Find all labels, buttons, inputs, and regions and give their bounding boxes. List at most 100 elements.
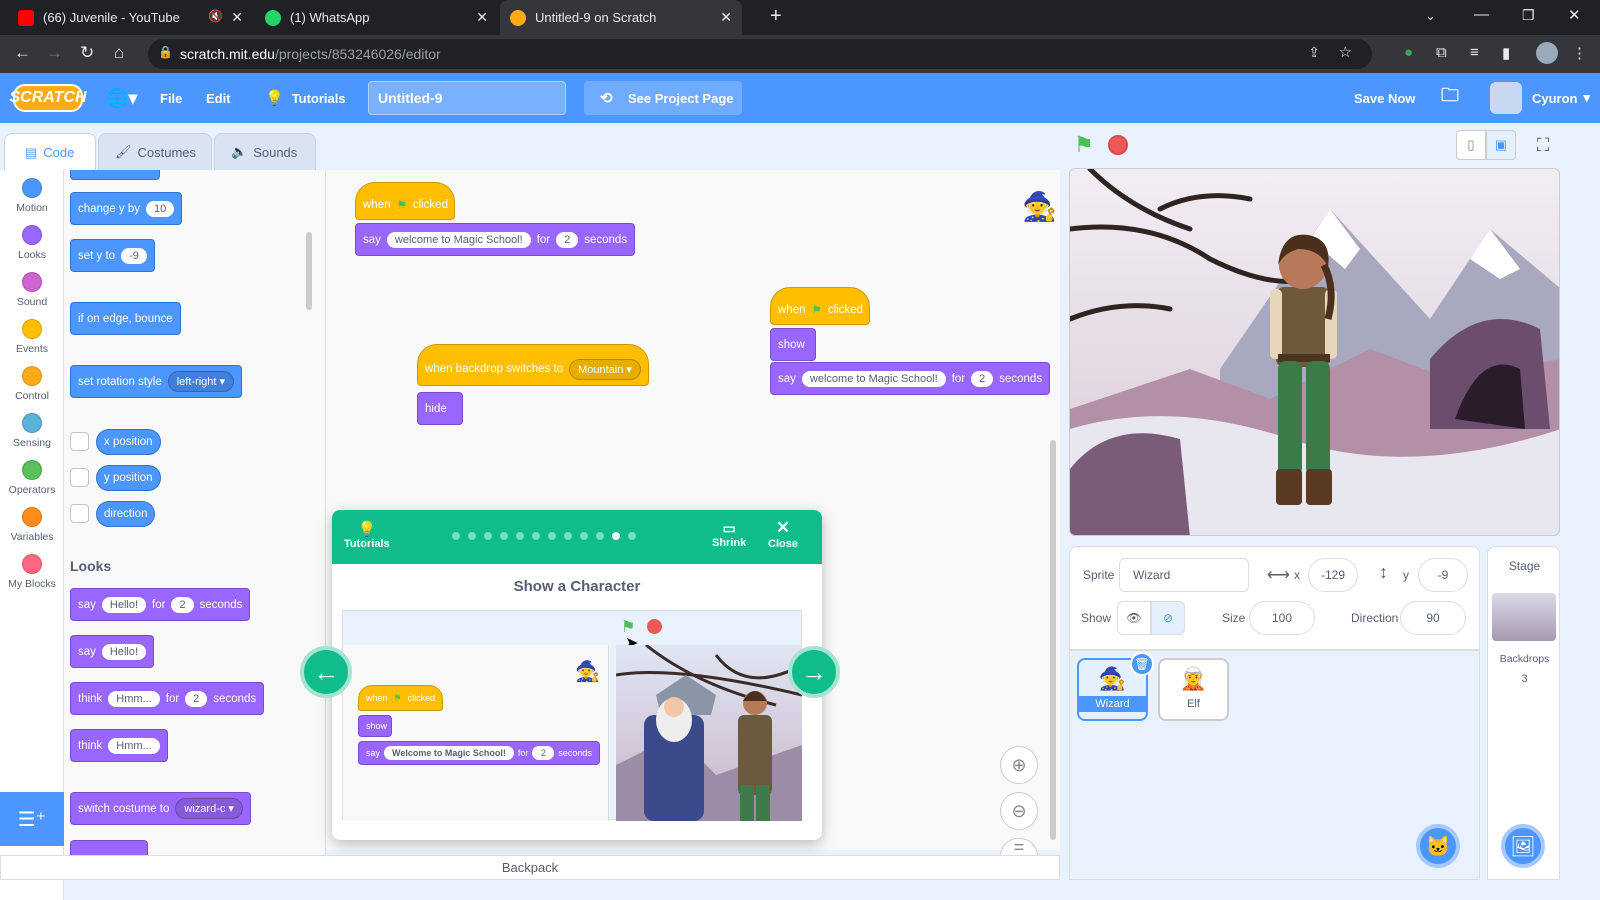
x-input[interactable]: -129 [1308,558,1358,592]
scratch-logo[interactable]: SCRATCH [9,84,87,112]
project-title-input[interactable]: Untitled-9 [368,81,566,115]
number-slot[interactable]: 2 [185,690,208,707]
stage-canvas[interactable] [1069,168,1560,536]
checkbox-y-position[interactable] [70,468,89,487]
palette-block-partial[interactable] [70,170,160,180]
close-icon[interactable]: ✕ [720,9,732,26]
y-input[interactable]: -9 [1418,558,1468,592]
category-motion[interactable]: Motion [0,178,64,214]
mute-icon[interactable]: 🔇 [208,9,223,23]
tutorial-video[interactable]: ⚑ ➤ when ⚑ clicked show say Welcome to Mag… [342,610,802,821]
small-stage-button[interactable]: ▯ [1456,130,1486,160]
number-slot[interactable]: 2 [971,370,994,387]
step-dot[interactable] [452,532,460,540]
language-globe-icon[interactable]: 🌐▾ [106,73,137,123]
tab-whatsapp[interactable]: (1) WhatsApp ✕ [255,0,498,35]
reporter-direction[interactable]: direction [96,501,156,527]
block-say-for-secs[interactable]: say Hello! for 2 seconds [70,588,251,621]
zoom-in-button[interactable]: ⊕ [1000,746,1038,784]
step-dot[interactable] [580,532,588,540]
tab-sounds[interactable]: 🔈 Sounds [214,133,316,171]
zoom-out-button[interactable]: ⊖ [1000,792,1038,830]
url-bar[interactable]: 🔒 scratch.mit.edu/projects/853246026/edi… [148,39,1372,69]
text-slot[interactable]: Hello! [101,643,147,660]
show-visible-button[interactable]: 👁 [1117,601,1151,635]
green-flag-button[interactable]: ⚑ [1074,132,1094,158]
block-say[interactable]: say Hello! [70,635,155,668]
choose-backdrop-button[interactable]: 🖼 [1501,824,1545,868]
step-dot[interactable] [468,532,476,540]
close-icon[interactable]: ✕ [476,9,488,26]
block-say-for-secs[interactable]: say welcome to Magic School! for 2 secon… [770,362,1051,395]
step-dot[interactable] [564,532,572,540]
sidepanel-icon[interactable]: ▮ [1502,44,1510,62]
category-operators[interactable]: Operators [0,460,64,496]
close-icon[interactable]: ✕ [231,9,243,26]
menu-kebab-icon[interactable]: ⋮ [1572,44,1587,62]
number-slot[interactable]: 2 [171,596,194,613]
text-slot[interactable]: welcome to Magic School! [801,370,946,387]
text-slot[interactable]: Hmm... [108,737,160,754]
rotation-dropdown[interactable]: left-right ▾ [167,371,235,392]
bookmark-star-icon[interactable]: ☆ [1339,43,1352,61]
costume-dropdown[interactable]: wizard-c ▾ [175,798,243,819]
step-dot[interactable] [596,532,604,540]
direction-input[interactable]: 90 [1400,601,1466,635]
profile-avatar[interactable] [1536,42,1558,64]
step-dot[interactable] [628,532,636,540]
tutorials-menu[interactable]: 💡 Tutorials [265,73,346,123]
minimize-icon[interactable]: — [1474,6,1489,23]
step-dot[interactable] [500,532,508,540]
new-tab-icon[interactable]: + [770,5,782,28]
block-show[interactable]: show [770,328,816,361]
block-bounce[interactable]: if on edge, bounce [70,302,181,335]
grammarly-icon[interactable]: ● [1404,44,1413,61]
tab-costumes[interactable]: 🖌 Costumes [98,133,212,171]
tab-search-icon[interactable]: ⌄ [1425,8,1436,24]
checkbox-x-position[interactable] [70,432,89,451]
window-close-icon[interactable]: ✕ [1568,6,1581,24]
restore-icon[interactable]: ❐ [1522,7,1535,24]
category-events[interactable]: Events [0,319,64,355]
sprite-thumb-elf[interactable]: 🧝 Elf [1158,658,1229,721]
shrink-button[interactable]: ▭ Shrink [712,520,746,549]
share-icon[interactable]: ⇪ [1308,44,1320,61]
block-say-for-secs[interactable]: say welcome to Magic School! for 2 secon… [355,223,636,256]
large-stage-button[interactable]: ▣ [1486,130,1516,160]
category-sound[interactable]: Sound [0,272,64,308]
fullscreen-button[interactable]: ⛶ [1528,130,1558,160]
backdrop-dropdown[interactable]: Mountain ▾ [569,358,641,380]
reporter-x-position[interactable]: x position [96,429,161,455]
extensions-icon[interactable]: ⧉ [1436,44,1447,61]
block-change-y[interactable]: change y by 10 [70,192,183,225]
backpack-bar[interactable]: Backpack [0,855,1060,880]
step-dot[interactable] [516,532,524,540]
see-project-page-button[interactable]: ⟲ See Project Page [584,81,742,115]
number-slot[interactable]: -9 [121,247,147,264]
sprite-thumb-wizard[interactable]: 🧙 Wizard 🗑 [1077,652,1154,721]
step-dot[interactable] [548,532,556,540]
delete-sprite-icon[interactable]: 🗑 [1130,652,1154,676]
my-stuff-folder-icon[interactable]: 🗀 [1441,73,1459,123]
block-when-flag-clicked[interactable]: when ⚑ clicked [770,287,870,325]
choose-sprite-button[interactable]: 🐱 [1416,824,1460,868]
media-icon[interactable]: ≡ [1470,44,1479,61]
tutorial-prev-button[interactable]: ← [300,646,352,698]
workspace-scrollbar[interactable] [1050,440,1056,840]
text-slot[interactable]: welcome to Magic School! [386,231,531,248]
block-set-rotation-style[interactable]: set rotation style left-right ▾ [70,365,243,398]
edit-menu[interactable]: Edit [206,73,231,123]
number-slot[interactable]: 2 [556,231,579,248]
tab-scratch[interactable]: Untitled-9 on Scratch ✕ [500,0,742,35]
block-when-backdrop-switches[interactable]: when backdrop switches to Mountain ▾ [417,344,649,386]
step-dot[interactable] [484,532,492,540]
tutorials-button[interactable]: 💡 Tutorials [344,520,390,550]
block-switch-costume[interactable]: switch costume to wizard-c ▾ [70,792,251,825]
text-slot[interactable]: Hello! [101,596,147,613]
palette-scrollbar[interactable] [306,232,312,310]
reporter-y-position[interactable]: y position [96,465,161,491]
size-input[interactable]: 100 [1249,601,1315,635]
step-dot[interactable] [612,532,620,540]
step-dot[interactable] [532,532,540,540]
stop-button[interactable] [1108,135,1128,155]
